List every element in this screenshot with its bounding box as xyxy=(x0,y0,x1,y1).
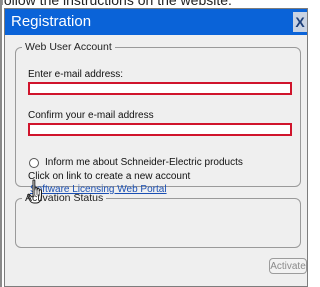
confirm-email-field[interactable] xyxy=(28,123,292,136)
email-field[interactable] xyxy=(28,82,292,95)
create-account-text: Click on link to create a new account xyxy=(28,171,191,182)
activate-button[interactable]: Activate xyxy=(269,258,307,274)
email-label: Enter e-mail address: xyxy=(28,69,124,80)
close-button[interactable]: X xyxy=(293,12,307,32)
background-instruction-text: follow the instructions on the website. xyxy=(0,0,232,8)
activation-status-legend: Activation Status xyxy=(25,192,104,204)
inform-me-label: Inform me about Schneider-Electric produ… xyxy=(45,157,243,168)
screen: follow the instructions on the website. … xyxy=(0,0,308,287)
dialog-titlebar: Registration X xyxy=(5,9,307,35)
registration-dialog: Registration X Web User Account Enter e-… xyxy=(4,8,308,287)
web-user-account-group: Web User Account Enter e-mail address: C… xyxy=(15,41,301,204)
activation-status-group: Activation Status xyxy=(15,192,301,248)
confirm-email-label: Confirm your e-mail address xyxy=(28,110,154,121)
dialog-title: Registration xyxy=(11,13,92,30)
background-window-edge xyxy=(0,0,2,287)
web-user-account-legend: Web User Account xyxy=(25,41,112,53)
inform-me-radio[interactable] xyxy=(29,158,39,168)
